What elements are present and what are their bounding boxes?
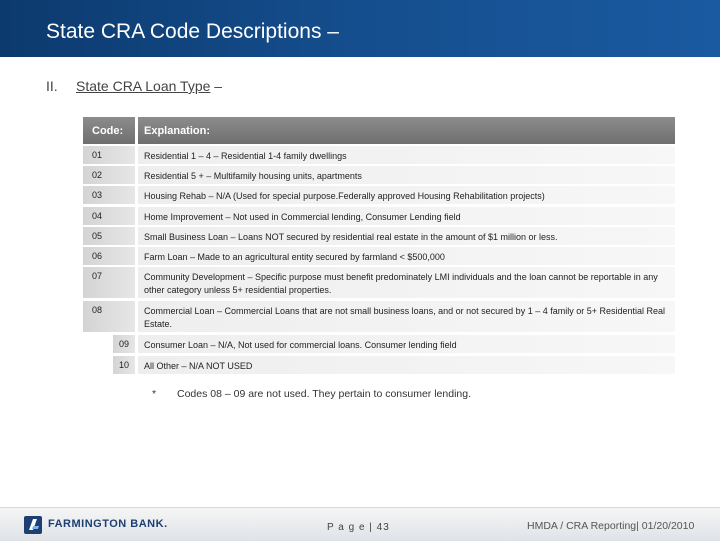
code-cell: 02 [83, 166, 135, 184]
explanation-text: Consumer Loan – N/A, Not used for commer… [144, 340, 457, 350]
section-title: State CRA Loan Type – [76, 78, 222, 94]
explanation-text: Commercial Loan – Commercial Loans that … [144, 306, 666, 329]
code-cell: 09 [113, 335, 135, 353]
slide-footer: FARMINGTON BANK. P a g e | 43 HMDA / CRA… [0, 507, 720, 541]
code-value: 08 [92, 305, 103, 315]
bank-logo-icon [24, 516, 42, 534]
code-value: 10 [119, 360, 130, 370]
explanation-cell: Home Improvement – Not used in Commercia… [138, 207, 675, 225]
explanation-cell: Residential 1 – 4 – Residential 1-4 fami… [138, 146, 675, 164]
table-row: 07 Community Development – Specific purp… [83, 267, 675, 298]
code-value: 06 [92, 251, 103, 261]
explanation-text: Community Development – Specific purpose… [144, 272, 658, 295]
code-value: 07 [92, 271, 103, 281]
explanation-cell: Consumer Loan – N/A, Not used for commer… [138, 335, 675, 353]
table-row: 04 Home Improvement – Not used in Commer… [83, 207, 675, 225]
section-title-suffix: – [210, 78, 223, 94]
code-value: 05 [92, 231, 103, 241]
table-row: 03 Housing Rehab – N/A (Used for special… [83, 186, 675, 204]
explanation-column-header: Explanation: [144, 125, 211, 137]
explanation-cell: Small Business Loan – Loans NOT secured … [138, 227, 675, 245]
explanation-text: Residential 5 + – Multifamily housing un… [144, 171, 362, 181]
code-value: 09 [119, 339, 130, 349]
code-value: 03 [92, 190, 103, 200]
table-header: Code: Explanation: [83, 117, 675, 144]
explanation-text: Residential 1 – 4 – Residential 1-4 fami… [144, 151, 347, 161]
section-title-main: State CRA Loan Type [76, 78, 211, 94]
page-number: P a g e | 43 [327, 522, 390, 533]
explanation-text: Home Improvement – Not used in Commercia… [144, 212, 461, 222]
code-cell: 07 [83, 267, 135, 298]
section-number: II. [46, 78, 58, 94]
code-cell: 10 [113, 356, 135, 374]
report-label: HMDA / CRA Reporting| 01/20/2010 [527, 520, 695, 532]
explanation-cell: All Other – N/A NOT USED [138, 356, 675, 374]
code-value: 04 [92, 211, 103, 221]
explanation-text: Small Business Loan – Loans NOT secured … [144, 232, 558, 242]
table-row: 02 Residential 5 + – Multifamily housing… [83, 166, 675, 184]
explanation-text: Farm Loan – Made to an agricultural enti… [144, 252, 445, 262]
code-cell: 05 [83, 227, 135, 245]
table-row: 01 Residential 1 – 4 – Residential 1-4 f… [83, 146, 675, 164]
farmington-bank-logo: FARMINGTON BANK. [24, 516, 194, 534]
table-row: 08 Commercial Loan – Commercial Loans th… [83, 301, 675, 332]
explanation-text: All Other – N/A NOT USED [144, 361, 253, 371]
table-row: 05 Small Business Loan – Loans NOT secur… [83, 227, 675, 245]
code-cell: 01 [83, 146, 135, 164]
footnote-marker: * [152, 388, 157, 400]
code-value: 01 [92, 150, 103, 160]
table-row: 10 All Other – N/A NOT USED [83, 356, 675, 374]
explanation-cell: Residential 5 + – Multifamily housing un… [138, 166, 675, 184]
code-value: 02 [92, 170, 103, 180]
slide-title: State CRA Code Descriptions – [46, 20, 339, 43]
code-cell: 03 [83, 186, 135, 204]
explanation-cell: Commercial Loan – Commercial Loans that … [138, 301, 675, 332]
explanation-cell: Farm Loan – Made to an agricultural enti… [138, 247, 675, 265]
code-cell: 08 [83, 301, 135, 332]
logo-text: FARMINGTON BANK. [48, 518, 168, 530]
slide-header-bar: State CRA Code Descriptions – [0, 0, 720, 57]
code-cell: 04 [83, 207, 135, 225]
table-row: 09 Consumer Loan – N/A, Not used for com… [83, 335, 675, 353]
explanation-cell: Housing Rehab – N/A (Used for special pu… [138, 186, 675, 204]
explanation-text: Housing Rehab – N/A (Used for special pu… [144, 191, 545, 201]
table-row: 06 Farm Loan – Made to an agricultural e… [83, 247, 675, 265]
column-separator [135, 117, 138, 144]
footnote-text: Codes 08 – 09 are not used. They pertain… [177, 388, 471, 400]
code-column-header: Code: [92, 125, 124, 137]
code-cell: 06 [83, 247, 135, 265]
explanation-cell: Community Development – Specific purpose… [138, 267, 675, 298]
